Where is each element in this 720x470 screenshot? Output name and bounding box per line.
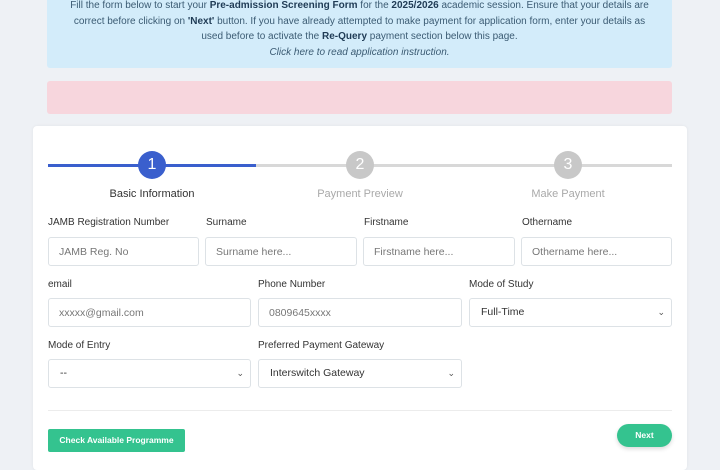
instruction-link[interactable]: Click here to read application instructi… [269,47,449,58]
step-1-label: Basic Information [109,188,195,200]
mode-of-study-value: Full-Time [481,306,525,318]
instruction-banner: Fill the form below to start your Pre-ad… [47,0,672,68]
step-3-label: Make Payment [531,188,605,200]
gateway-label: Preferred Payment Gateway [258,340,385,351]
mode-of-entry-value: -- [60,367,67,379]
instruction-line-3: used before to activate the Re-Query pay… [201,31,518,42]
phone-input[interactable] [258,298,462,327]
jamb-reg-input[interactable] [48,237,199,266]
alert-banner [47,81,672,114]
mode-of-entry-label: Mode of Entry [48,340,111,351]
instruction-line-1: Fill the form below to start your Pre-ad… [70,0,649,11]
instruction-line-2: correct before clicking on 'Next' button… [73,15,646,27]
step-3-circle[interactable]: 3 [554,151,582,179]
othername-input[interactable] [521,237,672,266]
next-button[interactable]: Next [617,424,672,447]
chevron-down-icon: ⌄ [236,368,244,378]
step-2-label: Payment Preview [317,188,403,200]
payment-gateway-select[interactable]: Interswitch Gateway ⌄ [258,359,462,388]
email-input[interactable] [48,298,251,327]
step-1-circle[interactable]: 1 [138,151,166,179]
email-label: email [48,279,72,290]
firstname-input[interactable] [363,237,515,266]
check-available-programme-button[interactable]: Check Available Programme [48,429,185,452]
payment-gateway-value: Interswitch Gateway [270,367,365,379]
chevron-down-icon: ⌄ [657,307,665,317]
phone-label: Phone Number [258,279,326,290]
othername-label: Othername [522,217,573,228]
surname-input[interactable] [205,237,357,266]
mode-of-study-label: Mode of Study [469,279,534,290]
mode-of-study-select[interactable]: Full-Time ⌄ [469,298,672,327]
form-divider [48,410,672,411]
surname-label: Surname [206,217,247,228]
firstname-label: Firstname [364,217,409,228]
step-2-circle[interactable]: 2 [346,151,374,179]
jamb-label: JAMB Registration Number [48,217,170,228]
chevron-down-icon: ⌄ [447,368,455,378]
mode-of-entry-select[interactable]: -- ⌄ [48,359,251,388]
stepper-progress-track [256,164,672,167]
